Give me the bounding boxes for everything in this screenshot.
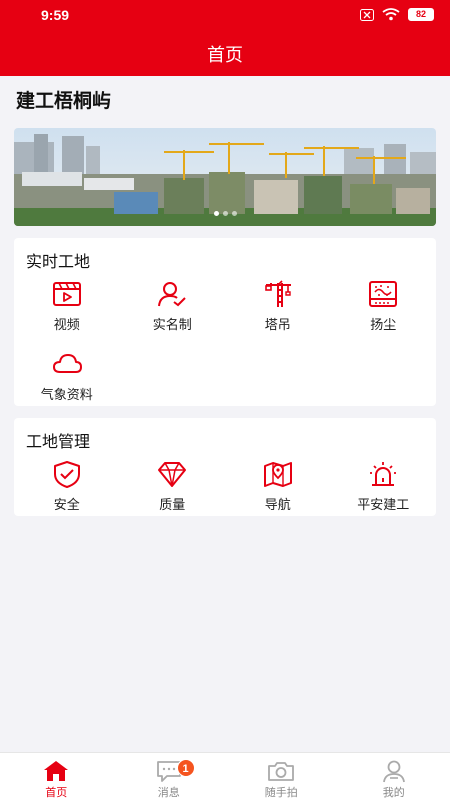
video-icon [52, 282, 81, 306]
carousel-dots [14, 201, 436, 220]
bottom-tab-bar: 首页 1 消息 随手拍 我的 [0, 752, 450, 800]
site-management-card: 工地管理 安全 质量 导航 平安建工 [14, 418, 436, 516]
status-bar: 9:59 82 [0, 0, 450, 30]
tower-crane-button[interactable]: 塔吊 [225, 276, 331, 346]
safety-button[interactable]: 安全 [14, 456, 120, 526]
weather-label: 气象资料 [40, 388, 93, 403]
status-time: 9:59 [41, 7, 70, 23]
real-name-button[interactable]: 实名制 [120, 276, 226, 346]
cloud-icon [52, 354, 82, 373]
navigation-button[interactable]: 导航 [225, 456, 331, 526]
video-label: 视频 [53, 318, 80, 333]
video-button[interactable]: 视频 [14, 276, 120, 346]
sim-icon [360, 8, 374, 21]
tab-messages-label: 消息 [157, 786, 180, 799]
diamond-icon [158, 462, 187, 487]
quality-label: 质量 [159, 498, 186, 513]
tab-home[interactable]: 首页 [0, 753, 113, 800]
user-verify-icon [158, 282, 186, 307]
real-name-label: 实名制 [152, 318, 192, 333]
project-name: 建工梧桐屿 [16, 90, 112, 112]
navigation-label: 导航 [264, 498, 291, 513]
battery-indicator: 82 [408, 8, 434, 21]
wifi-icon [382, 8, 400, 21]
home-icon [44, 761, 69, 781]
camera-icon [268, 762, 295, 781]
profile-icon [382, 760, 405, 783]
tower-crane-label: 塔吊 [264, 318, 291, 333]
message-count-badge: 1 [176, 759, 195, 777]
tab-messages[interactable]: 1 消息 [113, 753, 226, 800]
realtime-site-title: 实时工地 [26, 252, 91, 271]
shield-check-icon [53, 461, 80, 488]
dust-monitor-icon [369, 281, 398, 307]
safe-construction-button[interactable]: 平安建工 [331, 456, 437, 526]
realtime-site-grid: 视频 实名制 塔吊 扬尘 气象资料 [14, 276, 436, 416]
tab-profile-label: 我的 [382, 786, 405, 799]
site-management-grid: 安全 质量 导航 平安建工 [14, 456, 436, 526]
status-icons: 82 [360, 8, 434, 21]
site-management-title: 工地管理 [26, 432, 91, 451]
banner-carousel[interactable] [14, 128, 436, 226]
page-title: 首页 [207, 45, 243, 66]
dust-label: 扬尘 [370, 318, 397, 333]
weather-button[interactable]: 气象资料 [14, 346, 120, 416]
alarm-light-icon [370, 462, 397, 486]
dust-button[interactable]: 扬尘 [331, 276, 437, 346]
realtime-site-card: 实时工地 视频 实名制 塔吊 扬尘 气象资料 [14, 238, 436, 406]
map-pin-icon [263, 462, 292, 487]
safe-construction-label: 平安建工 [357, 498, 410, 513]
tab-home-label: 首页 [45, 786, 68, 799]
tab-snapshot[interactable]: 随手拍 [225, 753, 338, 800]
quality-button[interactable]: 质量 [120, 456, 226, 526]
tab-snapshot-label: 随手拍 [264, 786, 298, 799]
tab-profile[interactable]: 我的 [338, 753, 450, 800]
nav-bar: 首页 [0, 30, 450, 76]
tower-crane-icon [264, 280, 291, 307]
safety-label: 安全 [53, 498, 80, 513]
